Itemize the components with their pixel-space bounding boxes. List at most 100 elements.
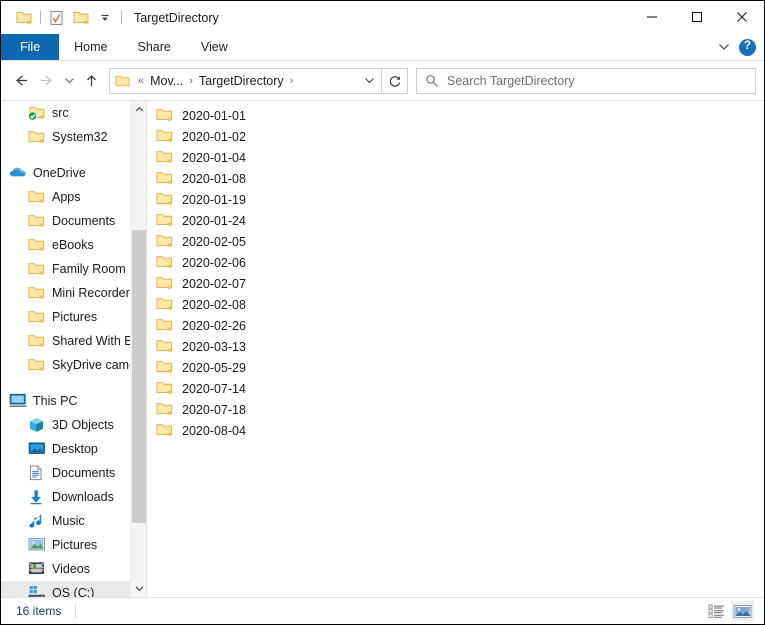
folder-icon [28,189,45,206]
folder-icon [28,309,45,326]
file-list-item[interactable]: 2020-01-02 [147,126,764,147]
customize-quick-access-dropdown[interactable] [93,6,117,30]
folder-icon [28,129,45,146]
breadcrumb-item-0[interactable]: Mov... [148,74,185,88]
tab-view[interactable]: View [186,34,243,60]
sidebar-item-src[interactable]: src [1,101,146,125]
file-name-label: 2020-07-18 [182,402,246,417]
search-input[interactable]: Search TargetDirectory [416,67,756,94]
sidebar-item-label: This PC [33,394,78,408]
ribbon-tabs: File Home Share View ? [1,34,764,61]
file-name-label: 2020-02-08 [182,297,246,312]
sidebar-item-pictures[interactable]: Pictures [1,305,146,329]
file-list-item[interactable]: 2020-08-04 [147,420,764,441]
sidebar-item-mini-recorder[interactable]: Mini Recorder [1,281,146,305]
sidebar-item-3d-objects[interactable]: 3D Objects [1,413,146,437]
sidebar-item-label: 3D Objects [52,418,114,432]
search-placeholder: Search TargetDirectory [447,73,575,88]
file-name-label: 2020-01-19 [182,192,246,207]
scroll-up-arrow-icon[interactable] [131,101,146,118]
address-bar[interactable]: « Mov... › TargetDirectory › [109,67,382,94]
download-icon [28,489,45,506]
file-list-item[interactable]: 2020-02-06 [147,252,764,273]
chevron-down-icon[interactable] [713,37,735,57]
arrow-right-icon[interactable] [34,68,59,94]
new-folder-icon[interactable] [12,6,36,30]
folder-icon [28,261,45,278]
folder-icon [156,149,173,166]
file-list-item[interactable]: 2020-01-19 [147,189,764,210]
file-name-label: 2020-07-14 [182,381,246,396]
sidebar-item-label: eBooks [52,238,94,252]
close-button[interactable] [719,1,764,32]
breadcrumb-sep-0[interactable]: › [185,75,197,87]
arrow-left-icon[interactable] [9,68,34,94]
sidebar-item-ebooks[interactable]: eBooks [1,233,146,257]
window-controls [629,1,764,34]
sidebar-item-pictures[interactable]: Pictures [1,533,146,557]
breadcrumb-overflow[interactable]: « [134,75,148,87]
sidebar-item-family-room[interactable]: Family Room [1,257,146,281]
sidebar-item-this-pc[interactable]: This PC [1,389,146,413]
tab-share[interactable]: Share [123,34,186,60]
folder-icon [28,357,45,374]
ribbon-right-controls: ? [713,34,764,60]
sidebar-item-downloads[interactable]: Downloads [1,485,146,509]
sidebar-item-desktop[interactable]: Desktop [1,437,146,461]
breadcrumb-item-1[interactable]: TargetDirectory [197,74,286,88]
file-list-item[interactable]: 2020-01-08 [147,168,764,189]
tab-home[interactable]: Home [59,34,122,60]
file-name-label: 2020-01-01 [182,108,246,123]
file-list-item[interactable]: 2020-01-04 [147,147,764,168]
sidebar-item-documents[interactable]: Documents [1,209,146,233]
refresh-icon[interactable] [382,67,408,94]
minimize-button[interactable] [629,1,674,32]
folder-icon [28,285,45,302]
large-icons-view-button[interactable] [731,601,754,621]
sidebar-item-skydrive-camera[interactable]: SkyDrive camera [1,353,146,377]
folder-icon [156,338,173,355]
folder-icon[interactable] [69,6,93,30]
arrow-up-icon[interactable] [79,68,104,94]
help-icon[interactable]: ? [739,38,756,56]
file-name-label: 2020-01-04 [182,150,246,165]
folder-icon [156,170,173,187]
file-list-item[interactable]: 2020-07-14 [147,378,764,399]
picture-icon [28,537,46,554]
sidebar-item-shared-with-eve[interactable]: Shared With Eve [1,329,146,353]
file-list-item[interactable]: 2020-02-05 [147,231,764,252]
maximize-button[interactable] [674,1,719,32]
file-list-item[interactable]: 2020-01-24 [147,210,764,231]
properties-icon[interactable] [45,6,69,30]
file-list-item[interactable]: 2020-02-08 [147,294,764,315]
sidebar-item-os-c[interactable]: OS (C:) [1,581,146,597]
folder-icon [156,233,173,250]
sidebar-item-label: Pictures [52,310,98,324]
file-list-item[interactable]: 2020-02-26 [147,315,764,336]
navigation-pane-scrollbar[interactable] [130,101,146,597]
sidebar-item-apps[interactable]: Apps [1,185,146,209]
scrollbar-thumb[interactable] [132,229,146,523]
address-dropdown-icon[interactable] [357,69,381,93]
tab-file[interactable]: File [1,34,60,60]
sidebar-item-documents[interactable]: Documents [1,461,146,485]
navigation-bar: « Mov... › TargetDirectory › Search Targ… [1,61,764,101]
cube-icon [28,417,45,434]
document-icon [28,465,45,482]
file-list-item[interactable]: 2020-05-29 [147,357,764,378]
sidebar-item-music[interactable]: Music [1,509,146,533]
sidebar-item-system32[interactable]: System32 [1,125,146,149]
file-name-label: 2020-02-07 [182,276,246,291]
breadcrumb-sep-1[interactable]: › [286,75,298,87]
sidebar-item-videos[interactable]: Videos [1,557,146,581]
details-view-button[interactable] [705,601,728,621]
sidebar-item-onedrive[interactable]: OneDrive [1,161,146,185]
file-list-item[interactable]: 2020-03-13 [147,336,764,357]
file-list-pane[interactable]: 2020-01-01 2020-01-02 2020-01-04 2020-01-08… [147,101,764,597]
scroll-down-arrow-icon[interactable] [131,580,146,597]
recent-locations-dropdown-icon[interactable] [59,68,79,94]
file-list-item[interactable]: 2020-07-18 [147,399,764,420]
sidebar-item-label: Pictures [52,538,98,552]
file-list-item[interactable]: 2020-01-01 [147,105,764,126]
file-list-item[interactable]: 2020-02-07 [147,273,764,294]
